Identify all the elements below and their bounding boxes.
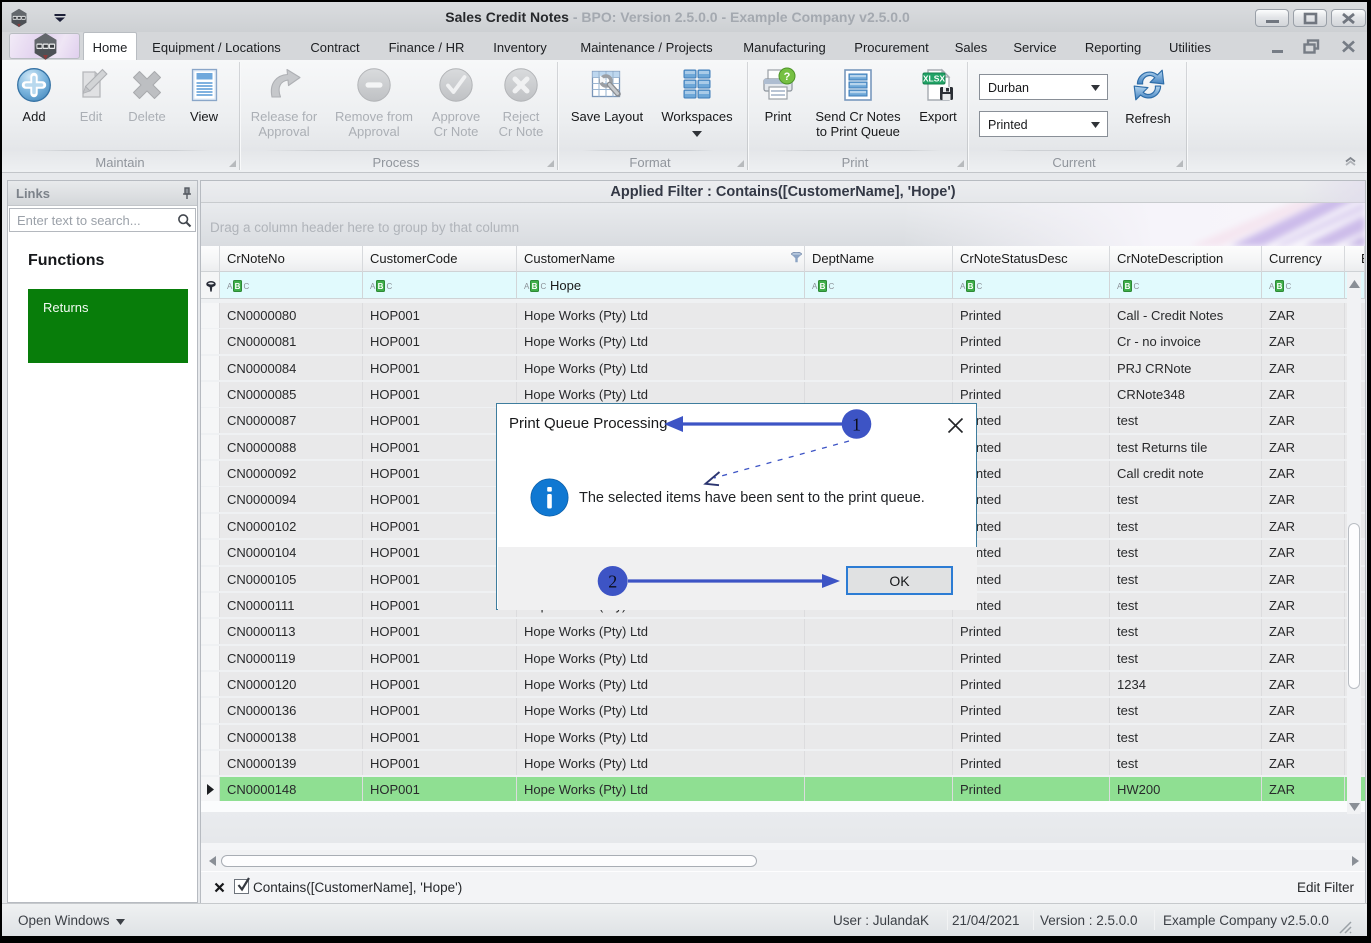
svg-text:1: 1 bbox=[852, 415, 861, 435]
svg-text:2: 2 bbox=[608, 572, 617, 592]
